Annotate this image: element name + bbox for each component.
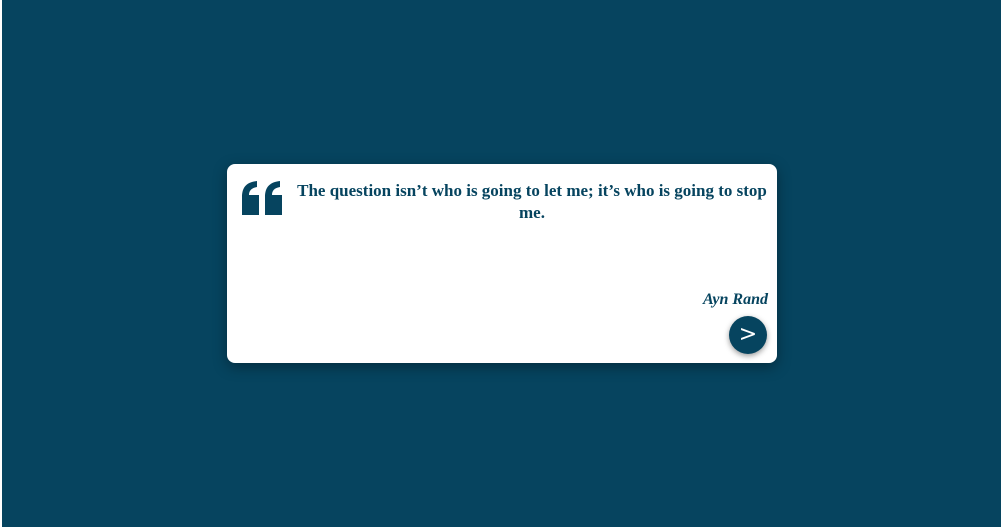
quote-text: The question isn’t who is going to let m…: [297, 181, 767, 222]
quote-author: Ayn Rand: [702, 291, 768, 308]
quote-card: The question isn’t who is going to let m…: [227, 164, 777, 363]
quote-icon: [242, 181, 282, 215]
next-quote-button[interactable]: >: [729, 316, 767, 354]
page-background: The question isn’t who is going to let m…: [2, 0, 1001, 527]
next-button-label: >: [738, 322, 758, 347]
